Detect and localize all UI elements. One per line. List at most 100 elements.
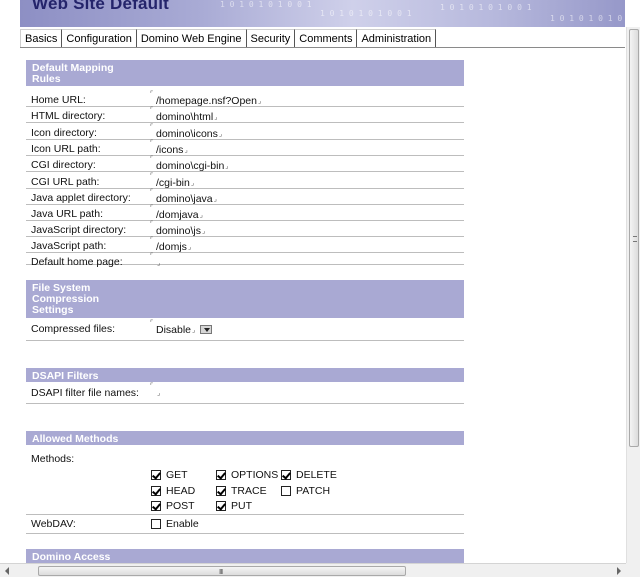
checkbox-box[interactable] xyxy=(281,486,291,496)
field-label: JavaScript directory: xyxy=(31,224,127,236)
field-end-marker: ⌟ xyxy=(184,147,188,154)
section-header-methods: Allowed Methods xyxy=(26,431,464,445)
banner-decoration: 1 0 1 0 1 0 1 0 0 1 xyxy=(320,9,412,18)
checkbox-box[interactable] xyxy=(151,501,161,511)
tab-domino-web-engine[interactable]: Domino Web Engine xyxy=(136,29,247,47)
field-end-marker: ⌟ xyxy=(225,163,229,170)
field-end-marker: ⌟ xyxy=(187,244,192,251)
field-label: DSAPI filter file names: xyxy=(31,387,139,399)
scrollbar-corner xyxy=(626,563,640,577)
field-end-marker: ⌟ xyxy=(218,131,223,138)
vertical-scrollbar[interactable] xyxy=(626,27,640,563)
field-value-container[interactable]: ⌜/icons ⌟ xyxy=(150,140,190,156)
field-start-marker: ⌜ xyxy=(150,124,154,131)
field-value[interactable]: /icons xyxy=(156,141,183,156)
field-end-marker: ⌟ xyxy=(201,228,206,235)
mapping-row: Java applet directory: ⌜ domino\java ⌟ xyxy=(26,189,464,205)
checkbox-box[interactable] xyxy=(216,501,226,511)
field-start-marker: ⌜ xyxy=(150,253,154,260)
field-value[interactable]: domino\cgi-bin xyxy=(156,157,224,172)
field-label: Compressed files: xyxy=(31,323,116,335)
field-value[interactable]: domino\html xyxy=(156,108,213,123)
section-title: DSAPI Filters xyxy=(32,370,99,382)
method-checkbox-post[interactable]: POST xyxy=(151,500,195,512)
section-header-access: Domino Access xyxy=(26,549,464,563)
field-label: JavaScript path: xyxy=(31,240,107,252)
tab-security[interactable]: Security xyxy=(246,29,296,47)
field-label: Icon directory: xyxy=(31,127,97,139)
checkbox-box[interactable] xyxy=(216,486,226,496)
tab-basics[interactable]: Basics xyxy=(20,29,63,47)
vertical-scrollbar-thumb[interactable] xyxy=(629,29,639,447)
scroll-left-arrow-icon[interactable] xyxy=(5,567,9,575)
tab-comments[interactable]: Comments xyxy=(295,29,358,47)
page: { "banner": {"title": "Web Site Default"… xyxy=(0,0,640,577)
field-value[interactable]: /domjava xyxy=(156,206,199,221)
field-end-marker: ⌟ xyxy=(190,180,195,187)
checkbox-label: Enable xyxy=(166,518,199,530)
webdav-enable-checkbox[interactable]: Enable xyxy=(151,518,199,530)
field-value[interactable]: /homepage.nsf?Open xyxy=(156,92,257,107)
field-end-marker: ⌟ xyxy=(157,260,161,267)
field-start-marker: ⌜ xyxy=(150,320,154,327)
checkbox-label: TRACE xyxy=(231,485,267,497)
field-value-container[interactable]: ⌜ domino\html ⌟ xyxy=(150,107,220,123)
method-checkbox-patch[interactable]: PATCH xyxy=(281,485,330,497)
banner-decoration: 1 0 1 0 1 0 1 0 0 1 xyxy=(220,0,312,9)
field-value-container[interactable]: ⌜ domino\js ⌟ xyxy=(150,221,208,237)
method-checkbox-head[interactable]: HEAD xyxy=(151,485,195,497)
mapping-row: Home URL: ⌜/homepage.nsf?Open ⌟ xyxy=(26,91,464,107)
dsapi-field[interactable]: ⌜ ⌟ xyxy=(150,383,163,397)
page-title: Web Site Default xyxy=(32,0,170,13)
checkbox-box[interactable] xyxy=(281,470,291,480)
field-start-marker: ⌜ xyxy=(150,237,154,244)
checkbox-box[interactable] xyxy=(216,470,226,480)
dropdown-arrow-icon[interactable] xyxy=(200,325,213,334)
methods-label: Methods: xyxy=(31,453,75,465)
tab-administration[interactable]: Administration xyxy=(357,29,437,47)
field-value-container[interactable]: ⌜/domjava ⌟ xyxy=(150,205,206,221)
compressed-files-field[interactable]: ⌜ Disable ⌟ xyxy=(150,320,213,336)
field-value[interactable]: domino\icons xyxy=(156,125,218,140)
compressed-files-row: Compressed files: ⌜ Disable ⌟ xyxy=(26,320,464,341)
scroll-right-arrow-icon[interactable] xyxy=(617,567,621,575)
method-checkbox-trace[interactable]: TRACE xyxy=(216,485,267,497)
field-end-marker: ⌟ xyxy=(213,196,217,203)
field-value-container[interactable]: ⌜ ⌟ xyxy=(150,253,163,267)
field-value-container[interactable]: ⌜/homepage.nsf?Open ⌟ xyxy=(150,91,264,107)
method-checkbox-put[interactable]: PUT xyxy=(216,500,252,512)
field-value-container[interactable]: ⌜/cgi-bin ⌟ xyxy=(150,173,197,189)
field-value-container[interactable]: ⌜ domino\icons ⌟ xyxy=(150,124,225,140)
method-checkbox-options[interactable]: OPTIONS xyxy=(216,469,278,481)
field-value[interactable]: domino\js xyxy=(156,222,201,237)
method-checkbox-get[interactable]: GET xyxy=(151,469,188,481)
field-value-container[interactable]: ⌜ domino\java ⌟ xyxy=(150,189,220,205)
banner: 1 0 1 0 1 0 1 0 0 1 1 0 1 0 1 0 1 0 0 1 … xyxy=(20,0,625,27)
method-checkbox-delete[interactable]: DELETE xyxy=(281,469,337,481)
checkbox-box[interactable] xyxy=(151,519,161,529)
compressed-files-value[interactable]: Disable xyxy=(156,321,191,336)
field-label: Icon URL path: xyxy=(31,143,101,155)
field-start-marker: ⌜ xyxy=(150,221,154,228)
field-value[interactable]: /domjs xyxy=(156,238,187,253)
checkbox-label: HEAD xyxy=(166,485,196,497)
field-label: Java URL path: xyxy=(31,208,103,220)
horizontal-scrollbar[interactable]: III xyxy=(0,563,626,577)
field-value-container[interactable]: ⌜ domino\cgi-bin ⌟ xyxy=(150,156,231,172)
field-start-marker: ⌜ xyxy=(150,156,154,163)
section-header-mapping: Default Mapping Rules xyxy=(26,60,464,86)
field-value[interactable]: domino\java xyxy=(156,190,213,205)
section-title: Default Mapping Rules xyxy=(32,62,114,85)
checkbox-box[interactable] xyxy=(151,470,161,480)
mapping-row: Java URL path: ⌜/domjava ⌟ xyxy=(26,205,464,221)
tab-configuration[interactable]: Configuration xyxy=(62,29,137,47)
section-header-dsapi: DSAPI Filters xyxy=(26,368,464,382)
field-value[interactable]: /cgi-bin xyxy=(156,174,190,189)
field-value-container[interactable]: ⌜/domjs ⌟ xyxy=(150,237,194,253)
field-label: CGI directory: xyxy=(31,159,96,171)
banner-decoration: 1 0 1 0 1 0 1 0 0 1 xyxy=(440,3,532,12)
checkbox-box[interactable] xyxy=(151,486,161,496)
field-start-marker: ⌜ xyxy=(150,173,154,180)
horizontal-scrollbar-thumb[interactable]: III xyxy=(38,566,406,576)
checkbox-label: PATCH xyxy=(296,485,331,497)
